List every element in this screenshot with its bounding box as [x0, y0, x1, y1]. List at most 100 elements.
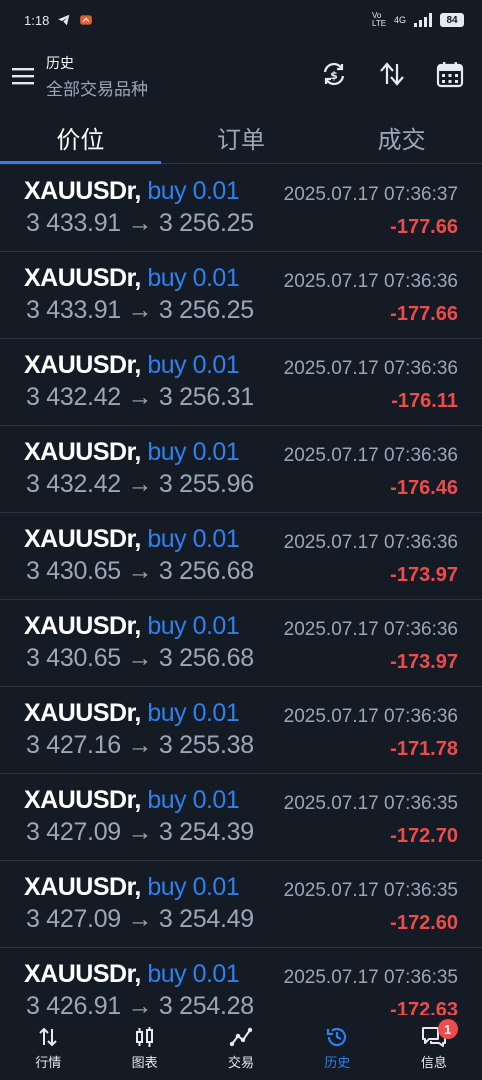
list-item[interactable]: XAUUSDr, buy 0.01 3 427.16 → 3 255.38 20… [0, 687, 482, 774]
signal-icon [414, 13, 432, 27]
price-range-label: 3 430.65 → 3 256.68 [26, 644, 254, 672]
quotes-icon [37, 1025, 59, 1049]
price-range-label: 3 427.16 → 3 255.38 [26, 731, 254, 759]
price-range-label: 3 433.91 → 3 256.25 [26, 296, 254, 324]
status-bar: 1:18 Vo LTE 4G 84 [0, 0, 482, 40]
timestamp-label: 2025.07.17 07:36:36 [283, 445, 458, 466]
tab-positions[interactable]: 价位 [0, 112, 161, 164]
page-title: 历史 [46, 54, 74, 71]
status-right: Vo LTE 4G 84 [372, 12, 464, 28]
symbol-label: XAUUSDr, [24, 699, 141, 727]
price-range-label: 3 427.09 → 3 254.49 [26, 905, 254, 933]
clock: 1:18 [24, 12, 50, 28]
symbol-label: XAUUSDr, [24, 351, 141, 379]
trade-type-label: buy 0.01 [147, 177, 240, 205]
symbol-label: XAUUSDr, [24, 612, 141, 640]
status-left: 1:18 [24, 13, 93, 28]
title-block[interactable]: 历史 全部交易品种 [46, 53, 148, 100]
profit-label: -176.46 [390, 477, 458, 499]
menu-button[interactable] [0, 53, 46, 99]
list-item[interactable]: XAUUSDr, buy 0.01 3 433.91 → 3 256.25 20… [0, 165, 482, 252]
history-list[interactable]: XAUUSDr, buy 0.01 3 433.91 → 3 256.25 20… [0, 165, 482, 1015]
price-range-label: 3 433.91 → 3 256.25 [26, 209, 254, 237]
price-range-label: 3 432.42 → 3 255.96 [26, 470, 254, 498]
telegram-icon [57, 13, 71, 27]
profit-label: -177.66 [390, 216, 458, 238]
list-item[interactable]: XAUUSDr, buy 0.01 3 427.09 → 3 254.49 20… [0, 861, 482, 948]
symbol-label: XAUUSDr, [24, 786, 141, 814]
calendar-icon [436, 62, 464, 88]
trade-type-label: buy 0.01 [147, 525, 240, 553]
timestamp-label: 2025.07.17 07:36:35 [283, 967, 458, 988]
list-item[interactable]: XAUUSDr, buy 0.01 3 430.65 → 3 256.68 20… [0, 513, 482, 600]
network-type-label: 4G [393, 15, 406, 25]
history-tabs: 价位 订单 成交 [0, 112, 482, 164]
price-range-label: 3 432.42 → 3 256.31 [26, 383, 254, 411]
nav-history[interactable]: 历史 [289, 1015, 385, 1080]
history-icon [325, 1025, 349, 1049]
trade-type-label: buy 0.01 [147, 438, 240, 466]
profit-label: -172.63 [390, 999, 458, 1015]
bottom-nav: 行情 图表 交易 历史 信息 1 [0, 1015, 482, 1080]
chart-icon [134, 1025, 156, 1049]
symbol-label: XAUUSDr, [24, 960, 141, 988]
symbol-label: XAUUSDr, [24, 264, 141, 292]
profit-label: -177.66 [390, 303, 458, 325]
trade-type-label: buy 0.01 [147, 960, 240, 988]
trade-type-label: buy 0.01 [147, 264, 240, 292]
timestamp-label: 2025.07.17 07:36:35 [283, 793, 458, 814]
list-item[interactable]: XAUUSDr, buy 0.01 3 426.91 → 3 254.28 20… [0, 948, 482, 1015]
list-item[interactable]: XAUUSDr, buy 0.01 3 432.42 → 3 255.96 20… [0, 426, 482, 513]
sort-button[interactable] [372, 54, 412, 94]
profit-label: -173.97 [390, 564, 458, 586]
nav-label: 图表 [131, 1054, 158, 1070]
timestamp-label: 2025.07.17 07:36:36 [283, 619, 458, 640]
tab-deals[interactable]: 成交 [321, 112, 482, 163]
list-item[interactable]: XAUUSDr, buy 0.01 3 427.09 → 3 254.39 20… [0, 774, 482, 861]
sort-icon [380, 62, 404, 86]
timestamp-label: 2025.07.17 07:36:36 [283, 532, 458, 553]
battery-icon: 84 [440, 13, 464, 27]
nav-label: 交易 [228, 1054, 255, 1070]
list-item[interactable]: XAUUSDr, buy 0.01 3 432.42 → 3 256.31 20… [0, 339, 482, 426]
trade-icon [229, 1025, 253, 1049]
list-item[interactable]: XAUUSDr, buy 0.01 3 433.91 → 3 256.25 20… [0, 252, 482, 339]
trade-type-label: buy 0.01 [147, 786, 240, 814]
nav-label: 信息 [420, 1054, 447, 1070]
nav-label: 历史 [324, 1054, 351, 1070]
list-item[interactable]: XAUUSDr, buy 0.01 3 430.65 → 3 256.68 20… [0, 600, 482, 687]
tab-orders[interactable]: 订单 [161, 112, 322, 163]
trade-type-label: buy 0.01 [147, 873, 240, 901]
price-range-label: 3 427.09 → 3 254.39 [26, 818, 254, 846]
nav-label: 行情 [35, 1054, 62, 1070]
timestamp-label: 2025.07.17 07:36:37 [283, 184, 458, 205]
timestamp-label: 2025.07.17 07:36:35 [283, 880, 458, 901]
timestamp-label: 2025.07.17 07:36:36 [283, 706, 458, 727]
profit-label: -171.78 [390, 738, 458, 760]
symbol-label: XAUUSDr, [24, 438, 141, 466]
symbol-label: XAUUSDr, [24, 873, 141, 901]
profit-label: -172.70 [390, 825, 458, 847]
calendar-button[interactable] [430, 54, 470, 94]
price-range-label: 3 430.65 → 3 256.68 [26, 557, 254, 585]
nav-messages[interactable]: 信息 1 [386, 1015, 482, 1080]
notification-badge: 1 [437, 1019, 458, 1039]
price-range-label: 3 426.91 → 3 254.28 [26, 992, 254, 1015]
profit-label: -176.11 [391, 390, 458, 412]
timestamp-label: 2025.07.17 07:36:36 [283, 358, 458, 379]
hamburger-icon [12, 68, 34, 85]
symbol-label: XAUUSDr, [24, 177, 141, 205]
header-actions: $ [314, 54, 470, 94]
trade-type-label: buy 0.01 [147, 699, 240, 727]
profit-label: -173.97 [390, 651, 458, 673]
exchange-button[interactable]: $ [314, 54, 354, 94]
currency-exchange-icon: $ [323, 62, 345, 86]
nav-quotes[interactable]: 行情 [0, 1015, 96, 1080]
app-header: 历史 全部交易品种 $ [0, 40, 482, 112]
app-notification-icon [79, 13, 93, 27]
nav-trade[interactable]: 交易 [193, 1015, 289, 1080]
nav-chart[interactable]: 图表 [96, 1015, 192, 1080]
timestamp-label: 2025.07.17 07:36:36 [283, 271, 458, 292]
trade-type-label: buy 0.01 [147, 351, 240, 379]
volte-label: Vo LTE [371, 11, 387, 28]
